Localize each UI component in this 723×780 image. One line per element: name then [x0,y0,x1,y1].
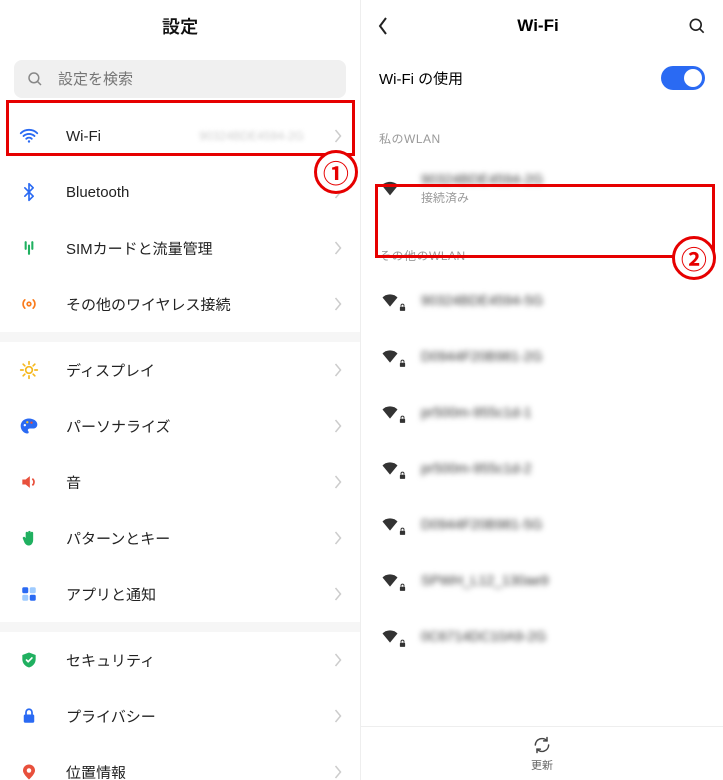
network-name: D0944F20B981-2G [421,348,705,364]
row-sound[interactable]: 音 [0,454,360,510]
other-network[interactable]: D0944F20B981-5G [361,496,723,552]
chevron-right-icon [334,129,342,143]
section-my-wlan: 私のWLAN [361,104,723,155]
row-label: SIMカードと流量管理 [66,238,308,259]
wifi-signal-lock-icon [379,626,401,646]
row-label: プライバシー [66,706,308,727]
wifi-toggle[interactable] [661,66,705,90]
row-label: アプリと通知 [66,584,308,605]
other-network[interactable]: 90324BDE4594-5G [361,272,723,328]
back-button[interactable] [377,16,389,36]
link-icon [18,294,40,314]
section-other-wlan: その他のWLAN [361,221,723,272]
search-icon [26,70,44,88]
apps-icon [18,585,40,603]
row-personalize[interactable]: パーソナライズ [0,398,360,454]
network-name: 90324BDE4594-2G [421,171,705,187]
hand-icon [18,528,40,548]
chevron-right-icon [334,185,342,199]
chevron-right-icon [334,765,342,779]
row-label: その他のワイヤレス接続 [66,294,308,315]
refresh-icon [532,735,552,755]
network-name: pr500m-955c1d-2 [421,460,705,476]
network-name: 90324BDE4594-5G [421,292,705,308]
row-label: セキュリティ [66,650,308,671]
other-network[interactable]: pr500m-955c1d-1 [361,384,723,440]
chevron-right-icon [334,587,342,601]
network-name: SPWH_L12_130ae9 [421,572,705,588]
wifi-signal-lock-icon [379,514,401,534]
refresh-label: 更新 [531,757,553,773]
sound-icon [18,472,40,492]
bluetooth-icon [18,182,40,202]
wifi-header: Wi-Fi [361,0,723,52]
network-status: 接続済み [421,189,705,206]
settings-pane: 設定 Wi-Fi 90324BDE4594-2G Bluetooth SIMカー… [0,0,361,780]
row-label: ディスプレイ [66,360,308,381]
wifi-signal-lock-icon [379,402,401,422]
wifi-signal-lock-icon [379,458,401,478]
brightness-icon [18,360,40,380]
row-label: パターンとキー [66,528,308,549]
divider [0,622,360,632]
connected-network[interactable]: 90324BDE4594-2G 接続済み [361,155,723,221]
other-network[interactable]: SPWH_L12_130ae9 [361,552,723,608]
wifi-signal-icon [379,177,401,199]
row-label: パーソナライズ [66,416,308,437]
row-privacy[interactable]: プライバシー [0,688,360,744]
network-name: 0C6714DC10A9-2G [421,628,705,644]
row-label: 位置情報 [66,762,308,780]
row-bluetooth[interactable]: Bluetooth [0,164,360,220]
row-label: Bluetooth [66,184,308,201]
lock-icon [18,707,40,725]
other-network[interactable]: 0C6714DC10A9-2G [361,608,723,664]
row-sim[interactable]: SIMカードと流量管理 [0,220,360,276]
chevron-right-icon [334,419,342,433]
chevron-right-icon [334,363,342,377]
chevron-right-icon [334,297,342,311]
row-security[interactable]: セキュリティ [0,632,360,688]
row-wifi[interactable]: Wi-Fi 90324BDE4594-2G [0,108,360,164]
wifi-title: Wi-Fi [517,16,558,36]
sim-icon [18,238,40,258]
chevron-right-icon [334,475,342,489]
row-display[interactable]: ディスプレイ [0,342,360,398]
search-input[interactable] [58,71,334,88]
network-name: D0944F20B981-5G [421,516,705,532]
chevron-right-icon [334,531,342,545]
wifi-signal-lock-icon [379,570,401,590]
wifi-signal-lock-icon [379,290,401,310]
location-icon [18,762,40,780]
other-network[interactable]: D0944F20B981-2G [361,328,723,384]
other-network[interactable]: pr500m-955c1d-2 [361,440,723,496]
chevron-right-icon [334,653,342,667]
network-name: pr500m-955c1d-1 [421,404,705,420]
row-sub: 90324BDE4594-2G [199,129,304,143]
search-bar[interactable] [14,60,346,98]
wifi-icon [18,125,40,147]
divider [0,332,360,342]
row-label: Wi-Fi [66,128,173,145]
shield-icon [18,650,40,670]
wifi-toggle-row: Wi-Fi の使用 [361,52,723,104]
chevron-right-icon [334,709,342,723]
wifi-toggle-label: Wi-Fi の使用 [379,68,463,89]
row-label: 音 [66,472,308,493]
refresh-button[interactable]: 更新 [361,726,723,780]
wifi-pane: Wi-Fi Wi-Fi の使用 私のWLAN 90324BDE4594-2G 接… [361,0,723,780]
row-pattern[interactable]: パターンとキー [0,510,360,566]
search-button[interactable] [687,16,707,36]
row-apps[interactable]: アプリと通知 [0,566,360,622]
page-title: 設定 [0,0,360,52]
row-location[interactable]: 位置情報 [0,744,360,780]
wifi-signal-lock-icon [379,346,401,366]
chevron-right-icon [334,241,342,255]
row-other-wireless[interactable]: その他のワイヤレス接続 [0,276,360,332]
palette-icon [18,416,40,436]
